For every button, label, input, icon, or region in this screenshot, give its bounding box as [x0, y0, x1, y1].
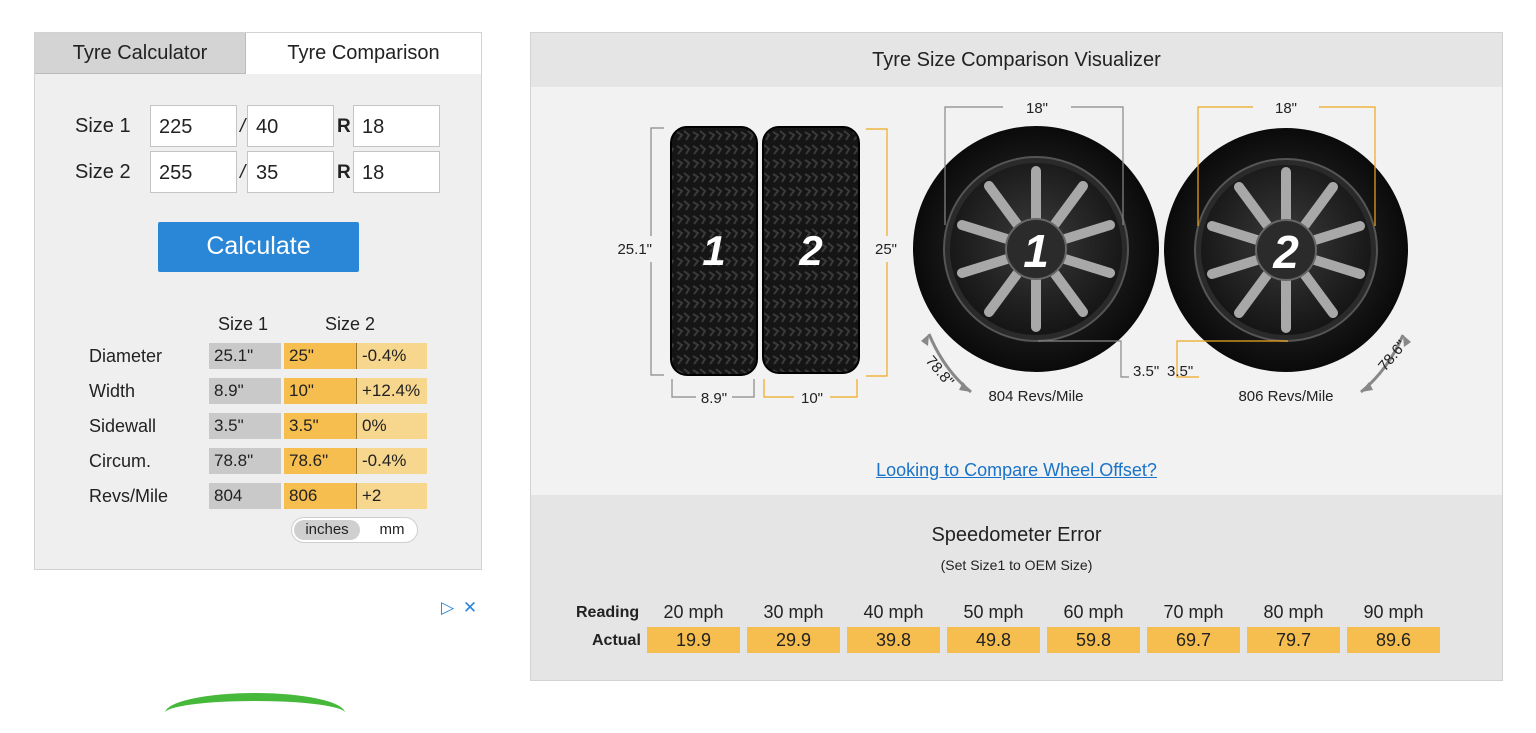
difference-value: -0.4%	[356, 448, 427, 474]
compare-wheel-offset-link[interactable]: Looking to Compare Wheel Offset?	[531, 460, 1502, 481]
diameter-bracket-tyre-1	[650, 127, 664, 376]
reading-label: Reading	[576, 604, 640, 621]
reading-value: 80 mph	[1263, 602, 1324, 622]
visualizer-title: Tyre Size Comparison Visualizer	[531, 33, 1502, 87]
reading-value: 70 mph	[1163, 602, 1224, 622]
ad-controls: ▷ ✕	[441, 598, 477, 618]
unit-mm-option[interactable]: mm	[372, 520, 412, 540]
size1-r-label: R	[337, 116, 351, 137]
wheel-2-number: 2	[1272, 226, 1299, 278]
size1-value: 78.8"	[209, 448, 281, 474]
size2-value: 78.6"	[284, 448, 356, 474]
wheel-1-number: 1	[1023, 225, 1049, 277]
tyre-2-width: 10"	[801, 390, 823, 407]
actual-value: 69.7	[1147, 627, 1240, 653]
side-view-tyre-2: 2	[1164, 128, 1408, 372]
tab-tyre-calculator[interactable]: Tyre Calculator	[35, 33, 246, 74]
tab-tyre-comparison[interactable]: Tyre Comparison	[246, 33, 481, 74]
size1-value: 3.5"	[209, 413, 281, 439]
ad-image[interactable]	[165, 693, 345, 733]
row-label: Circum.	[89, 451, 151, 471]
size2-slash: /	[240, 162, 246, 183]
tyre-2-diameter: 25"	[875, 241, 897, 258]
row-label: Diameter	[89, 346, 163, 366]
size2-label: Size 2	[75, 161, 131, 183]
tyre-1-diameter: 25.1"	[617, 241, 652, 258]
size1-value: 804	[209, 483, 281, 509]
close-icon[interactable]: ✕	[463, 598, 477, 617]
tyre-1-circumference: 78.8"	[922, 353, 957, 390]
tyre-visualization: 1 2 25.1" 25" 8.9" 10" 1 18" 3.5" 78.8" …	[617, 100, 1411, 407]
tyre-1-sidewall: 3.5"	[1133, 363, 1159, 380]
size2-width-input[interactable]: 255	[150, 151, 237, 193]
size1-width-input[interactable]: 225	[150, 105, 237, 147]
size1-value: 8.9"	[209, 378, 281, 404]
speedometer-title: Speedometer Error	[931, 524, 1102, 546]
actual-value: 89.6	[1347, 627, 1440, 653]
speedometer-note: (Set Size1 to OEM Size)	[940, 557, 1093, 573]
row-label: Revs/Mile	[89, 486, 169, 506]
unit-inches-option[interactable]: inches	[294, 520, 360, 540]
tyre-2-number: 2	[798, 227, 822, 274]
reading-value: 50 mph	[963, 602, 1024, 622]
side-view-tyre-1: 1	[913, 126, 1159, 372]
size1-label: Size 1	[75, 115, 131, 137]
size2-aspect-input[interactable]: 35	[247, 151, 334, 193]
tread-view-tyre-2: 2	[762, 126, 860, 374]
tyre-1-number: 1	[702, 227, 725, 274]
reading-value: 90 mph	[1363, 602, 1424, 622]
reading-value: 20 mph	[663, 602, 724, 622]
reading-value: 60 mph	[1063, 602, 1124, 622]
size2-r-label: R	[337, 162, 351, 183]
results-header-size1: Size 1	[218, 314, 269, 334]
difference-value: -0.4%	[356, 343, 427, 369]
tyre-2-revs: 806 Revs/Mile	[1238, 388, 1333, 405]
tyre-1-width: 8.9"	[701, 390, 727, 407]
size2-value: 25"	[284, 343, 356, 369]
tab-bar: Tyre Calculator Tyre Comparison	[35, 33, 481, 74]
speedometer-error-section: Speedometer Error (Set Size1 to OEM Size…	[531, 495, 1502, 680]
actual-value: 39.8	[847, 627, 940, 653]
difference-value: 0%	[356, 413, 427, 439]
unit-toggle: inches mm	[291, 517, 418, 543]
reading-value: 40 mph	[863, 602, 924, 622]
size2-value: 10"	[284, 378, 356, 404]
size1-rim-input[interactable]: 18	[353, 105, 440, 147]
tyre-visualizer-panel: Tyre Size Comparison Visualizer 1 2 25.1…	[530, 32, 1503, 681]
size2-value: 806	[284, 483, 356, 509]
actual-value: 29.9	[747, 627, 840, 653]
tyre-1-revs: 804 Revs/Mile	[988, 388, 1083, 405]
size2-value: 3.5"	[284, 413, 356, 439]
tyre-2-rim: 18"	[1275, 100, 1297, 117]
actual-value: 49.8	[947, 627, 1040, 653]
tyre-calculator-panel: Tyre Calculator Tyre Comparison Size 1 2…	[34, 32, 482, 570]
row-label: Sidewall	[89, 416, 157, 436]
calculate-button[interactable]: Calculate	[158, 222, 359, 272]
actual-value: 79.7	[1247, 627, 1340, 653]
tyre-1-rim: 18"	[1026, 100, 1048, 117]
actual-label: Actual	[592, 632, 641, 649]
size2-rim-input[interactable]: 18	[353, 151, 440, 193]
difference-value: +12.4%	[356, 378, 427, 404]
tyre-2-sidewall: 3.5"	[1167, 363, 1193, 380]
adchoices-icon[interactable]: ▷	[441, 598, 454, 617]
difference-value: +2	[356, 483, 427, 509]
results-header-size2: Size 2	[325, 314, 376, 334]
tread-view-tyre-1: 1	[670, 126, 758, 376]
reading-value: 30 mph	[763, 602, 824, 622]
row-label: Width	[89, 381, 136, 401]
size1-value: 25.1"	[209, 343, 281, 369]
size1-aspect-input[interactable]: 40	[247, 105, 334, 147]
size1-slash: /	[240, 116, 246, 137]
actual-value: 19.9	[647, 627, 740, 653]
actual-value: 59.8	[1047, 627, 1140, 653]
